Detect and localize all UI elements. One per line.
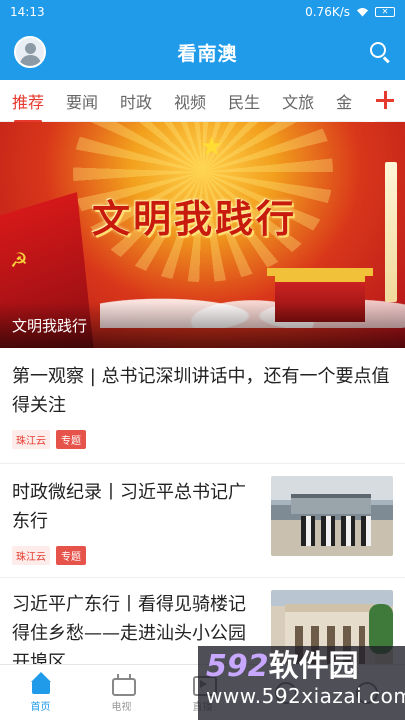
wifi-icon [357, 8, 368, 17]
topic-badge: 专题 [56, 546, 86, 565]
user-avatar[interactable] [14, 36, 46, 68]
banner-caption: 文明我践行 [12, 317, 88, 335]
news-item[interactable]: 时政微纪录丨习近平总书记广东行 珠江云 专题 [0, 464, 405, 578]
nav-tv[interactable]: 电视 [92, 673, 152, 713]
app-screen: 14:13 0.76K/s ✕ 看南澳 推荐 要闻 时政 视频 民生 文旅 金 … [0, 0, 405, 720]
featured-banner[interactable]: ★ ☭ 文明我践行 文明我践行 [0, 122, 405, 348]
app-header: 看南澳 [0, 24, 405, 80]
banner-headline: 文明我践行 [92, 196, 298, 241]
status-indicators: 0.76K/s ✕ [305, 5, 395, 19]
nav-label: 首页 [30, 701, 51, 713]
page-title: 看南澳 [177, 42, 238, 65]
add-channel-plus-icon[interactable] [375, 90, 395, 110]
search-icon[interactable] [369, 41, 391, 64]
news-thumbnail [271, 476, 393, 556]
tab-finance-partial[interactable]: 金 [336, 89, 352, 113]
tab-politics[interactable]: 时政 [120, 89, 152, 113]
source-badge: 珠江云 [12, 546, 50, 565]
news-title: 第一观察 | 总书记深圳讲话中，还有一个要点值得关注 [12, 366, 390, 416]
news-tags: 珠江云 专题 [12, 546, 256, 565]
home-icon [30, 671, 52, 695]
tab-culture-travel[interactable]: 文旅 [282, 89, 314, 113]
tv-icon [111, 673, 136, 696]
nav-home[interactable]: 首页 [11, 671, 71, 713]
nav-label: 电视 [111, 701, 132, 713]
news-title: 时政微纪录丨习近平总书记广东行 [12, 482, 246, 532]
topic-badge: 专题 [56, 430, 86, 449]
watermark-overlay: 592软件园 www.592xiazai.com [198, 646, 405, 720]
hammer-sickle-icon: ☭ [10, 248, 28, 272]
watermark-url: www.592xiazai.com [206, 684, 405, 708]
battery-icon: ✕ [375, 7, 395, 17]
status-bar: 14:13 0.76K/s ✕ [0, 0, 405, 24]
tab-fade [355, 80, 375, 122]
banner-star-icon: ★ [200, 132, 224, 162]
tab-livelihood[interactable]: 民生 [228, 89, 260, 113]
channel-tabs: 推荐 要闻 时政 视频 民生 文旅 金 [0, 80, 405, 123]
tab-recommend[interactable]: 推荐 [12, 89, 44, 123]
news-tags: 珠江云 专题 [12, 430, 393, 449]
news-item[interactable]: 第一观察 | 总书记深圳讲话中，还有一个要点值得关注 珠江云 专题 [0, 348, 405, 464]
network-speed: 0.76K/s [305, 5, 350, 19]
tab-video[interactable]: 视频 [174, 89, 206, 113]
tab-headlines[interactable]: 要闻 [66, 89, 98, 113]
source-badge: 珠江云 [12, 430, 50, 449]
watermark-logo: 592软件园 [206, 649, 359, 684]
status-time: 14:13 [10, 5, 45, 19]
